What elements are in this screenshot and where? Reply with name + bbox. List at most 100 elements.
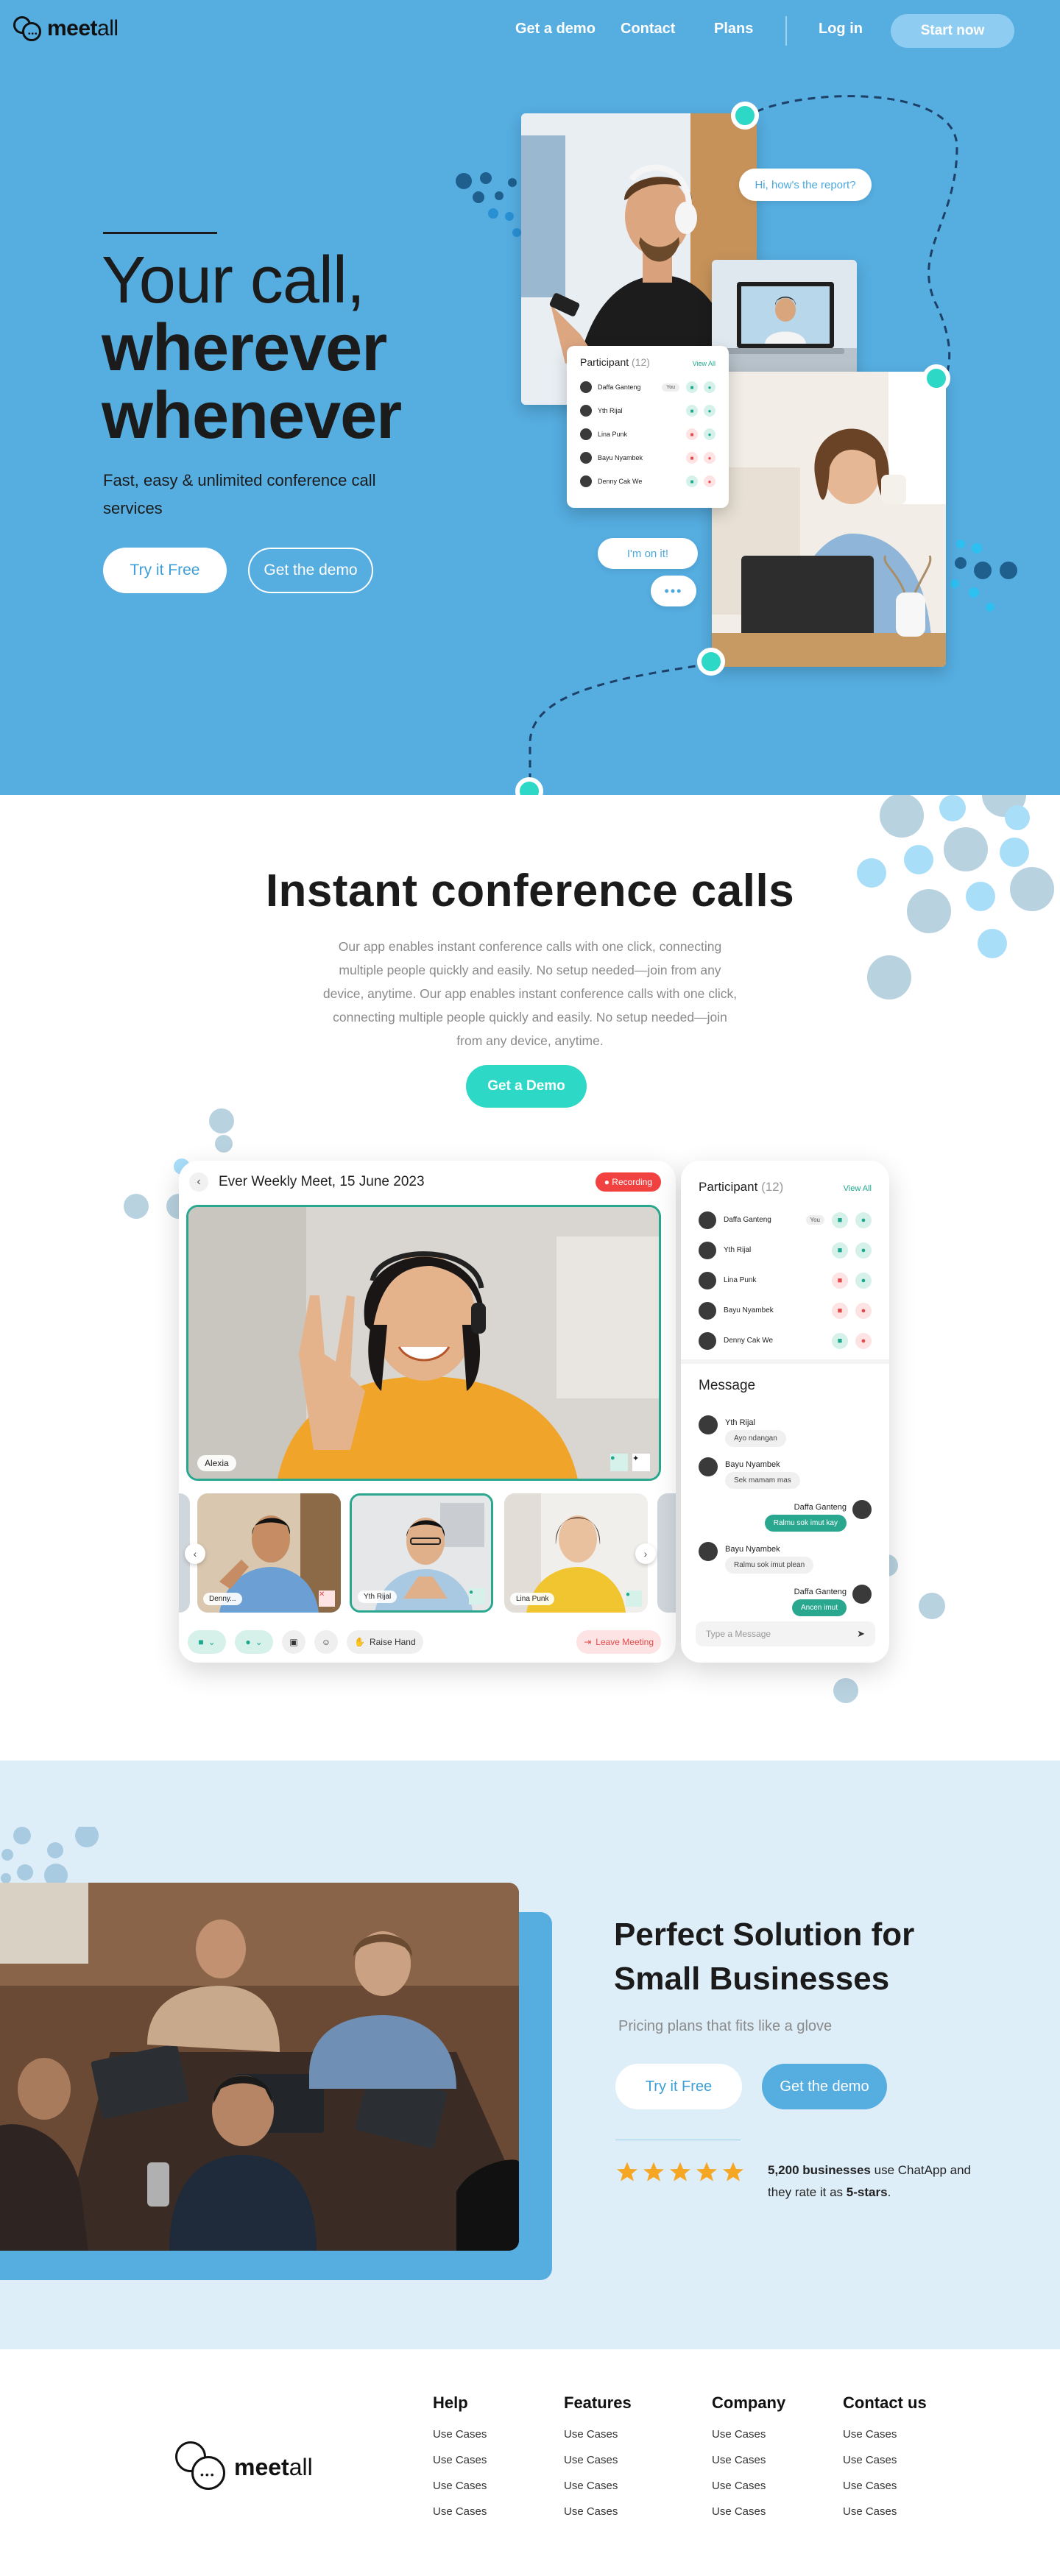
footer-heading: Help (433, 2393, 468, 2412)
nav-contact[interactable]: Contact (621, 21, 675, 38)
footer-heading: Contact us (843, 2393, 927, 2412)
participant-row[interactable]: Yth Rijal ■ ● (699, 1235, 872, 1265)
muted-mic-icon: ● (704, 452, 716, 464)
leave-meeting-button[interactable]: ⇥ Leave Meeting (576, 1630, 661, 1654)
muted-mic-icon: ● (704, 475, 716, 487)
mic-toggle-button[interactable]: ● ⌄ (235, 1630, 273, 1654)
camera-toggle-button[interactable]: ■ ⌄ (188, 1630, 226, 1654)
participant-thumb-1[interactable]: Denny... ✕ (197, 1493, 341, 1613)
chat-bubble-question: Hi, how's the report? (739, 169, 872, 201)
chevron-left-icon[interactable]: ‹ (185, 1543, 205, 1564)
participant-row[interactable]: Lina Punk ■ ● (699, 1265, 872, 1295)
message-avatar (699, 1415, 718, 1434)
message-sender: Yth Rijal (725, 1418, 755, 1427)
footer-link[interactable]: Use Cases (712, 2447, 785, 2473)
message-text: Ralmu sok imut kay (764, 1515, 847, 1532)
nav-get-a-demo[interactable]: Get a demo (515, 21, 596, 38)
chevron-right-icon[interactable]: › (635, 1543, 656, 1564)
view-all-link[interactable]: View All (844, 1184, 872, 1193)
footer-logo-text: meetall (234, 2453, 313, 2480)
camera-off-icon: ■ (832, 1302, 848, 1319)
footer-link[interactable]: Use Cases (564, 2447, 632, 2473)
message-text: Ancen imut (791, 1599, 847, 1616)
participant-row[interactable]: Bayu Nyambek ■ ● (699, 1295, 872, 1326)
footer-logo[interactable]: ••• meetall (175, 2441, 313, 2493)
participant-thumbnails: Denny... ✕ Yth Rijal ● Lina Punk ● ‹ › (179, 1493, 676, 1613)
participant-row[interactable]: Lina Punk ■ ● (580, 422, 716, 446)
nav-plans[interactable]: Plans (714, 21, 753, 38)
get-a-demo-button[interactable]: Get a Demo (466, 1065, 587, 1108)
decor-circle (124, 1194, 149, 1219)
footer-link[interactable]: Use Cases (712, 2473, 785, 2499)
hero-try-free-button[interactable]: Try it Free (103, 548, 227, 593)
footer-link[interactable]: Use Cases (843, 2473, 927, 2499)
you-badge: You (805, 1215, 824, 1225)
message-avatar (852, 1500, 872, 1519)
avatar (580, 381, 592, 393)
send-icon[interactable]: ➤ (857, 1628, 865, 1640)
mic-icon: ● (704, 405, 716, 417)
hero-get-demo-button[interactable]: Get the demo (248, 548, 373, 593)
muted-mic-icon: ● (855, 1302, 872, 1319)
avatar (699, 1241, 716, 1259)
message-input[interactable]: Type a Message ➤ (696, 1621, 875, 1646)
participant-thumb-2[interactable]: Yth Rijal ● (350, 1493, 493, 1613)
footer-link[interactable]: Use Cases (433, 2447, 487, 2473)
participant-row[interactable]: Bayu Nyambek ■ ● (580, 446, 716, 470)
camera-icon: ■ (198, 1637, 204, 1647)
chevron-down-icon: ⌄ (255, 1637, 263, 1647)
call-header: ‹ Ever Weekly Meet, 15 June 2023 ● Recor… (189, 1171, 661, 1193)
mic-icon: ● (626, 1590, 642, 1607)
mic-icon: ● (855, 1242, 872, 1259)
camera-icon: ■ (832, 1211, 848, 1228)
footer-link[interactable]: Use Cases (564, 2473, 632, 2499)
participant-row[interactable]: Denny Cak We ■ ● (699, 1326, 872, 1356)
screen-share-button[interactable]: ▣ (282, 1630, 305, 1654)
footer-link[interactable]: Use Cases (433, 2499, 487, 2524)
footer-link[interactable]: Use Cases (843, 2421, 927, 2447)
avatar (699, 1211, 716, 1229)
star-icon (670, 2162, 690, 2182)
instant-calls-section: Instant conference calls Our app enables… (0, 795, 1060, 1761)
view-all-link[interactable]: View All (693, 360, 716, 367)
footer-link[interactable]: Use Cases (433, 2421, 487, 2447)
pin-icon[interactable]: ✦ (632, 1454, 650, 1471)
hero-participants-card: Participant (12) View All Daffa Ganteng Y… (567, 346, 729, 508)
start-now-button[interactable]: Start now (891, 14, 1014, 48)
nav-divider (785, 16, 787, 46)
participants-list: Daffa Ganteng You ■ ● Yth Rijal ■ ● Lina Punk ■ ●… (580, 375, 716, 493)
footer-link[interactable]: Use Cases (712, 2499, 785, 2524)
try-free-button[interactable]: Try it Free (615, 2064, 742, 2109)
footer-link[interactable]: Use Cases (843, 2447, 927, 2473)
participant-name: Denny Cak We (724, 1337, 774, 1345)
message-text: Sek mamam mas (725, 1472, 800, 1489)
star-icon (617, 2162, 637, 2182)
back-arrow-icon[interactable]: ‹ (189, 1172, 208, 1192)
participant-row[interactable]: Denny Cak We ■ ● (580, 470, 716, 493)
participant-thumb-3[interactable]: Lina Punk ● (504, 1493, 648, 1613)
hero-photo-video-call-laptop (712, 260, 857, 382)
hero-photo-woman-with-mug (712, 372, 946, 667)
participant-row[interactable]: Daffa Ganteng You ■ ● (580, 375, 716, 399)
footer-link[interactable]: Use Cases (433, 2473, 487, 2499)
participant-thumb-partial[interactable] (657, 1493, 676, 1613)
camera-icon: ■ (832, 1332, 848, 1349)
nav-log-in[interactable]: Log in (819, 21, 863, 38)
get-demo-button[interactable]: Get the demo (762, 2064, 887, 2109)
small-business-subtitle: Pricing plans that fits like a glove (618, 2018, 833, 2034)
emoji-button[interactable]: ☺ (314, 1630, 338, 1654)
participants-header: Participant (12) View All (681, 1161, 889, 1195)
participant-row[interactable]: Yth Rijal ■ ● (580, 399, 716, 422)
footer: ••• meetall Help Use Cases Use Cases Use… (0, 2349, 1060, 2576)
small-business-section: Perfect Solution for Small Businesses Pr… (0, 1761, 1060, 2349)
participant-row[interactable]: Daffa Ganteng You ■ ● (699, 1205, 872, 1235)
raise-hand-button[interactable]: ✋ Raise Hand (347, 1630, 423, 1654)
participant-name: Bayu Nyambek (598, 454, 643, 461)
decor-circle (209, 1108, 234, 1133)
footer-link[interactable]: Use Cases (712, 2421, 785, 2447)
camera-icon: ■ (686, 475, 698, 487)
footer-link[interactable]: Use Cases (564, 2499, 632, 2524)
footer-link[interactable]: Use Cases (843, 2499, 927, 2524)
participants-title: Participant (12) (580, 356, 650, 368)
footer-link[interactable]: Use Cases (564, 2421, 632, 2447)
